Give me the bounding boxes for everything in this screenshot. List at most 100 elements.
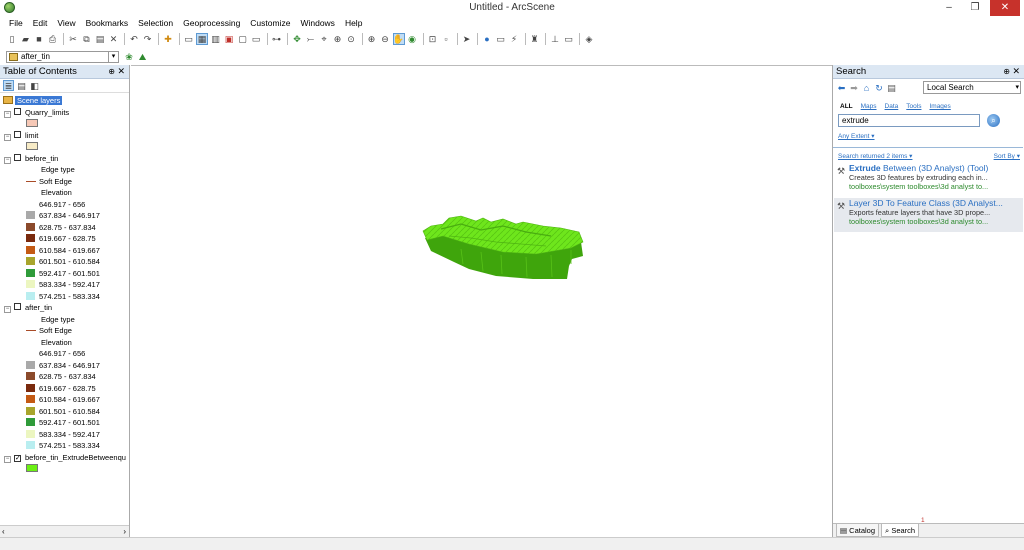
search-options-icon[interactable]: ▤ — [886, 83, 897, 94]
target-icon[interactable]: ⌖ — [318, 33, 330, 45]
print-icon[interactable]: ⎙ — [47, 33, 59, 45]
scroll-left-icon[interactable]: ‹ — [2, 526, 5, 537]
refresh-icon[interactable]: ↻ — [874, 83, 885, 94]
toolbox-icon[interactable]: ▣ — [223, 33, 235, 45]
layer-symbol-swatch[interactable] — [26, 464, 38, 472]
toc-layer[interactable]: − ✓ before_tin_ExtrudeBetweenqu — [4, 452, 126, 464]
menu-help[interactable]: Help — [340, 16, 367, 30]
legend-item[interactable] — [26, 118, 38, 130]
stop-icon[interactable]: ▫ — [440, 33, 452, 45]
undo-icon[interactable]: ↶ — [128, 33, 140, 45]
animation-icon[interactable]: ⊡ — [427, 33, 439, 45]
model-builder-icon[interactable]: ▭ — [250, 33, 262, 45]
legend-item[interactable] — [26, 463, 38, 475]
contour-icon[interactable]: ❀ — [123, 51, 135, 63]
search-go-button[interactable]: ⌕ — [987, 114, 1000, 127]
legend-item[interactable] — [26, 141, 38, 153]
home-icon[interactable]: ⌂ — [861, 83, 872, 94]
toc-horizontal-scrollbar[interactable]: ‹ › — [0, 525, 129, 537]
close-icon[interactable]: ✕ — [117, 66, 125, 77]
search-returned-link[interactable]: Search returned 2 items ▾ — [838, 152, 912, 160]
hyperlink-icon[interactable]: ⚡ — [508, 33, 520, 45]
paste-icon[interactable]: ▤ — [94, 33, 106, 45]
search-result[interactable]: ⚒ Extrude Between (3D Analyst) (Tool) Cr… — [834, 163, 1023, 197]
tab-catalog[interactable]: ▤ Catalog — [836, 524, 880, 537]
menu-edit[interactable]: Edit — [28, 16, 53, 30]
full-extent-icon[interactable]: ◉ — [406, 33, 418, 45]
scene-view[interactable] — [131, 65, 832, 537]
toc-layer[interactable]: − before_tin — [4, 153, 58, 165]
layer-visibility-checkbox[interactable]: ✓ — [14, 454, 21, 462]
cut-icon[interactable]: ✂ — [67, 33, 79, 45]
result-title[interactable]: Extrude Between (3D Analyst) (Tool) — [849, 163, 1023, 173]
swipe-icon[interactable]: ▭ — [563, 33, 575, 45]
open-icon[interactable]: ▰ — [20, 33, 32, 45]
menu-customize[interactable]: Customize — [245, 16, 295, 30]
pin-icon[interactable]: ⊕ — [108, 67, 115, 76]
toc-layer[interactable]: − after_tin — [4, 302, 52, 314]
globe-icon[interactable]: ◈ — [583, 33, 595, 45]
menu-selection[interactable]: Selection — [133, 16, 178, 30]
layer-name[interactable]: after_tin — [25, 303, 52, 312]
forward-icon[interactable]: ➡ — [849, 83, 860, 94]
measure-icon[interactable]: ⊥ — [549, 33, 561, 45]
chevron-down-icon[interactable]: ▾ — [108, 52, 118, 62]
identify-icon[interactable]: ● — [481, 33, 493, 45]
layout-view-icon[interactable]: ▦ — [196, 33, 208, 45]
layer-visibility-checkbox[interactable] — [14, 107, 21, 115]
redo-icon[interactable]: ↷ — [142, 33, 154, 45]
menu-geoprocessing[interactable]: Geoprocessing — [178, 16, 245, 30]
minimize-button[interactable]: – — [936, 0, 962, 16]
layer-symbol-swatch[interactable] — [26, 119, 38, 127]
layer-name[interactable]: Quarry_limits — [25, 108, 69, 117]
save-icon[interactable]: ■ — [33, 33, 45, 45]
html-popup-icon[interactable]: ▭ — [495, 33, 507, 45]
pan-icon[interactable]: ✋ — [392, 33, 405, 45]
list-by-source-icon[interactable]: ▤ — [16, 80, 27, 91]
new-icon[interactable]: ▯ — [6, 33, 18, 45]
menu-file[interactable]: File — [4, 16, 28, 30]
delete-icon[interactable]: ✕ — [108, 33, 120, 45]
filter-all[interactable]: ALL — [840, 103, 853, 110]
collapse-icon[interactable]: − — [4, 133, 11, 141]
layer-name[interactable]: limit — [25, 131, 38, 140]
zoom-target-icon[interactable]: ⊕ — [332, 33, 344, 45]
pin-icon[interactable]: ⊕ — [1003, 67, 1010, 76]
layer-select[interactable]: after_tin ▾ — [6, 51, 119, 63]
python-icon[interactable]: ▢ — [237, 33, 249, 45]
sort-by-link[interactable]: Sort By ▾ — [994, 152, 1020, 160]
scene-layers-label[interactable]: Scene layers — [15, 96, 63, 105]
collapse-icon[interactable]: − — [4, 306, 11, 313]
navigate-icon[interactable]: ✥ — [291, 33, 303, 45]
toc-layer[interactable]: − Quarry_limits — [4, 107, 69, 119]
collapse-icon[interactable]: − — [4, 455, 11, 463]
layer-name[interactable]: before_tin_ExtrudeBetweenqu — [25, 453, 126, 462]
restore-button[interactable]: ❐ — [962, 0, 988, 16]
fly-icon[interactable]: ⤚ — [305, 33, 317, 45]
list-by-drawing-order-icon[interactable]: ≣ — [3, 80, 14, 91]
editor-icon[interactable]: ⊶ — [271, 33, 283, 45]
list-by-visibility-icon[interactable]: ◧ — [29, 80, 40, 91]
chevron-down-icon[interactable]: ▾ — [1015, 82, 1019, 93]
zoom-out-icon[interactable]: ⊖ — [379, 33, 391, 45]
catalog-icon[interactable]: ▥ — [210, 33, 222, 45]
zoom-in-icon[interactable]: ⊕ — [366, 33, 378, 45]
layer-symbol-swatch[interactable] — [26, 142, 38, 150]
result-title[interactable]: Layer 3D To Feature Class (3D Analyst... — [849, 198, 1023, 208]
menu-windows[interactable]: Windows — [295, 16, 339, 30]
scroll-right-icon[interactable]: › — [123, 526, 126, 537]
back-icon[interactable]: ⬅ — [836, 83, 847, 94]
add-data-icon[interactable]: ✚ — [162, 33, 174, 45]
filter-tools[interactable]: Tools — [906, 103, 921, 110]
filter-images[interactable]: Images — [929, 103, 950, 110]
layer-visibility-checkbox[interactable] — [14, 130, 21, 138]
search-input[interactable]: extrude — [838, 114, 980, 127]
filter-maps[interactable]: Maps — [861, 103, 877, 110]
search-result[interactable]: ⚒ Layer 3D To Feature Class (3D Analyst.… — [834, 198, 1023, 232]
steepest-path-icon[interactable]: ⛰ — [137, 51, 149, 63]
filter-data[interactable]: Data — [885, 103, 899, 110]
tab-search[interactable]: ⌕ Search — [881, 524, 920, 537]
extent-filter-link[interactable]: Any Extent ▾ — [838, 132, 875, 140]
select-icon[interactable]: ➤ — [461, 33, 473, 45]
close-button[interactable]: ✕ — [990, 0, 1020, 16]
